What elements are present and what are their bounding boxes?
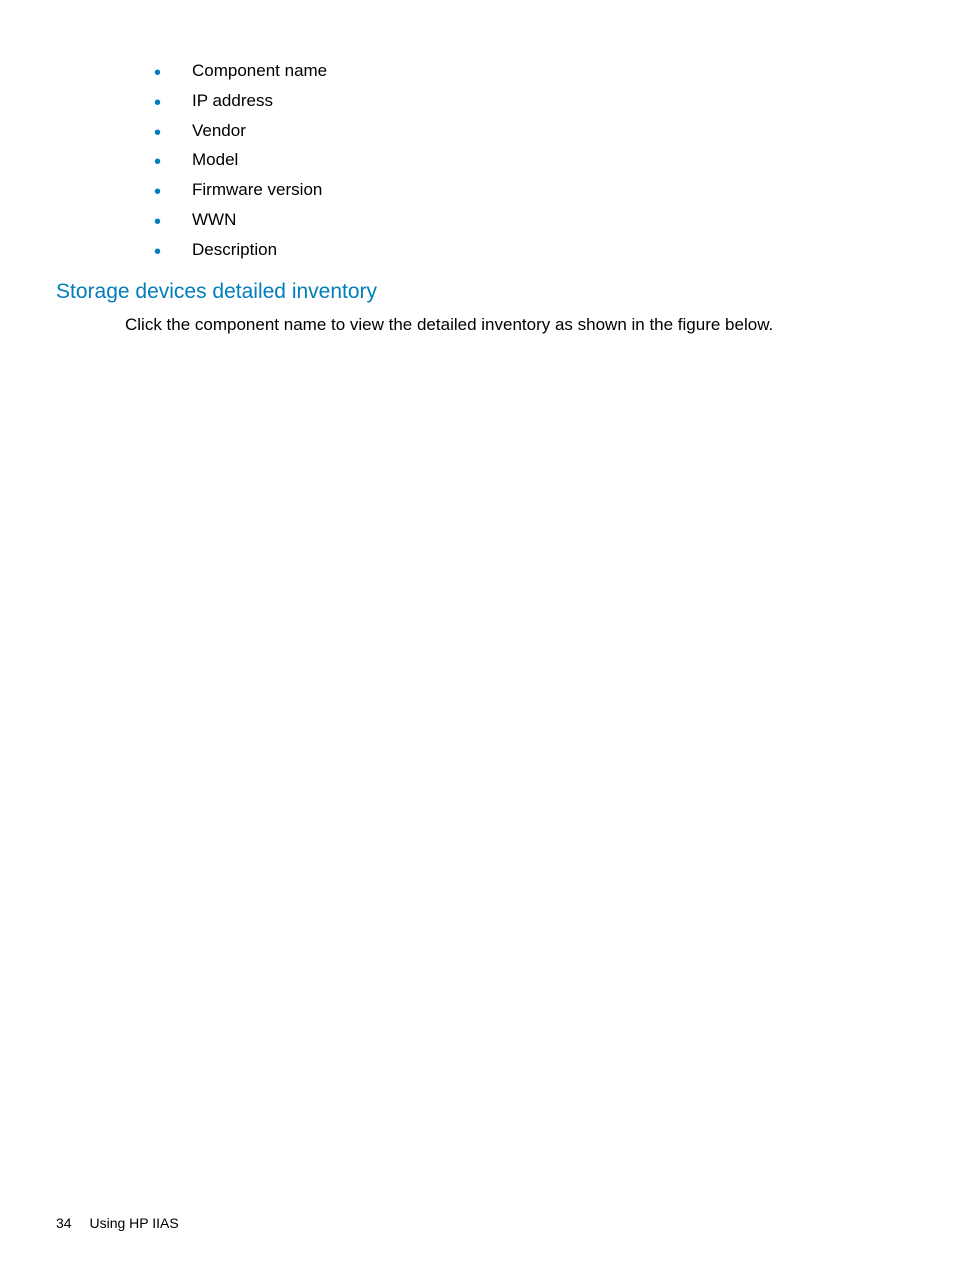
section-body: Click the component name to view the det… — [125, 312, 898, 338]
list-item-text: Vendor — [192, 121, 246, 140]
list-item-text: IP address — [192, 91, 273, 110]
page-number: 34 — [56, 1215, 72, 1231]
page-footer: 34 Using HP IIAS — [56, 1215, 179, 1231]
list-item-text: Model — [192, 150, 238, 169]
list-item: Component name — [154, 56, 898, 86]
bullet-list: Component name IP address Vendor Model F… — [154, 56, 898, 264]
list-item: Firmware version — [154, 175, 898, 205]
list-item-text: Component name — [192, 61, 327, 80]
list-item-text: Firmware version — [192, 180, 322, 199]
list-item-text: WWN — [192, 210, 236, 229]
footer-section-title: Using HP IIAS — [89, 1215, 178, 1231]
list-item: IP address — [154, 86, 898, 116]
list-item: Vendor — [154, 116, 898, 146]
section-heading: Storage devices detailed inventory — [56, 280, 898, 304]
list-item: Model — [154, 145, 898, 175]
list-item: WWN — [154, 205, 898, 235]
page-content: Component name IP address Vendor Model F… — [0, 0, 954, 338]
list-item-text: Description — [192, 240, 277, 259]
list-item: Description — [154, 235, 898, 265]
